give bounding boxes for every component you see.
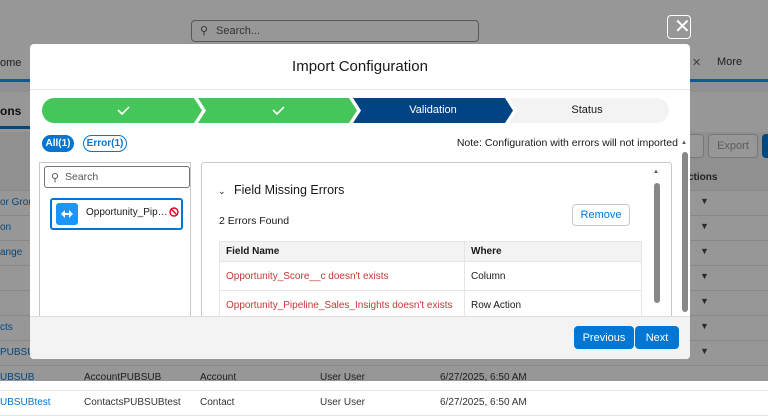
path-step-2 <box>198 98 357 123</box>
progress-path: Validation Status <box>42 98 669 123</box>
previous-button[interactable]: Previous <box>574 326 634 349</box>
path-step-status-label[interactable]: Status <box>517 104 657 116</box>
modal-scrollbar[interactable]: ▲ ▼ <box>678 136 690 316</box>
error-where: Column <box>464 261 642 291</box>
modal-close-button[interactable]: ✕ <box>667 15 691 39</box>
column-header-field-name: Field Name <box>219 241 465 262</box>
errors-count: 2 Errors Found <box>219 215 290 227</box>
table-row: Opportunity_Score__c doesn't exists Colu… <box>219 261 642 291</box>
field-missing-errors-section-toggle[interactable]: ⌄ Field Missing Errors <box>218 183 344 197</box>
error-field-name: Opportunity_Score__c doesn't exists <box>219 261 465 291</box>
error-field-name: Opportunity_Pipeline_Sales_Insights does… <box>219 290 465 316</box>
errors-table: Field Name Where Opportunity_Score__c do… <box>219 241 642 316</box>
configuration-item-label: Opportunity_Pipeline_Sales_Insights <box>86 207 170 218</box>
configuration-search-input[interactable] <box>65 169 185 185</box>
row-cell: User User <box>320 397 366 408</box>
configuration-list-panel: ⚲ Opportunity_Pipeline_Sales_Insights <box>39 162 191 316</box>
import-configuration-modal: Import Configuration Validation Status A… <box>30 44 690 359</box>
configuration-icon <box>56 203 78 225</box>
path-step-validation-label[interactable]: Validation <box>361 104 505 116</box>
path-step-1 <box>42 98 202 123</box>
modal-footer: Previous Next <box>30 316 690 359</box>
table-row: UBSUBtest ContactsPUBSUBtest Contact Use… <box>0 391 768 416</box>
chevron-down-icon: ⌄ <box>218 186 226 196</box>
filter-all-pill[interactable]: All(1) <box>42 135 74 152</box>
remove-button[interactable]: Remove <box>572 204 630 226</box>
row-cell: 6/27/2025, 6:50 AM <box>440 397 527 408</box>
modal-scrollbar-thumb[interactable] <box>682 152 688 312</box>
errors-table-header: Field Name Where <box>219 241 642 262</box>
next-button[interactable]: Next <box>635 326 679 349</box>
configuration-search-box: ⚲ <box>44 166 190 188</box>
modal-title: Import Configuration <box>292 58 428 75</box>
scroll-up-icon[interactable]: ▲ <box>681 140 687 146</box>
scroll-up-icon[interactable]: ▲ <box>653 169 659 175</box>
row-cell: Contact <box>200 397 235 408</box>
row-name-link[interactable]: UBSUBtest <box>0 397 51 408</box>
error-prohibited-icon <box>169 207 179 217</box>
table-row: Opportunity_Pipeline_Sales_Insights does… <box>219 290 642 316</box>
error-where: Row Action <box>464 290 642 316</box>
error-details-panel: ⌄ Field Missing Errors 2 Errors Found Rem… <box>201 162 672 316</box>
row-cell: ContactsPUBSUBtest <box>84 397 181 408</box>
section-title: Field Missing Errors <box>234 183 345 197</box>
configuration-list-item[interactable]: Opportunity_Pipeline_Sales_Insights <box>50 198 183 230</box>
filter-error-pill[interactable]: Error(1) <box>83 135 127 152</box>
search-icon: ⚲ <box>51 172 60 184</box>
panel-scrollbar[interactable]: ▲ <box>651 163 663 316</box>
modal-header: Import Configuration <box>30 44 690 90</box>
column-header-where: Where <box>464 241 642 262</box>
panel-scrollbar-thumb[interactable] <box>654 183 660 303</box>
modal-body: Validation Status All(1) Error(1) Note: … <box>30 90 690 316</box>
validation-note: Note: Configuration with errors will not… <box>456 137 678 149</box>
